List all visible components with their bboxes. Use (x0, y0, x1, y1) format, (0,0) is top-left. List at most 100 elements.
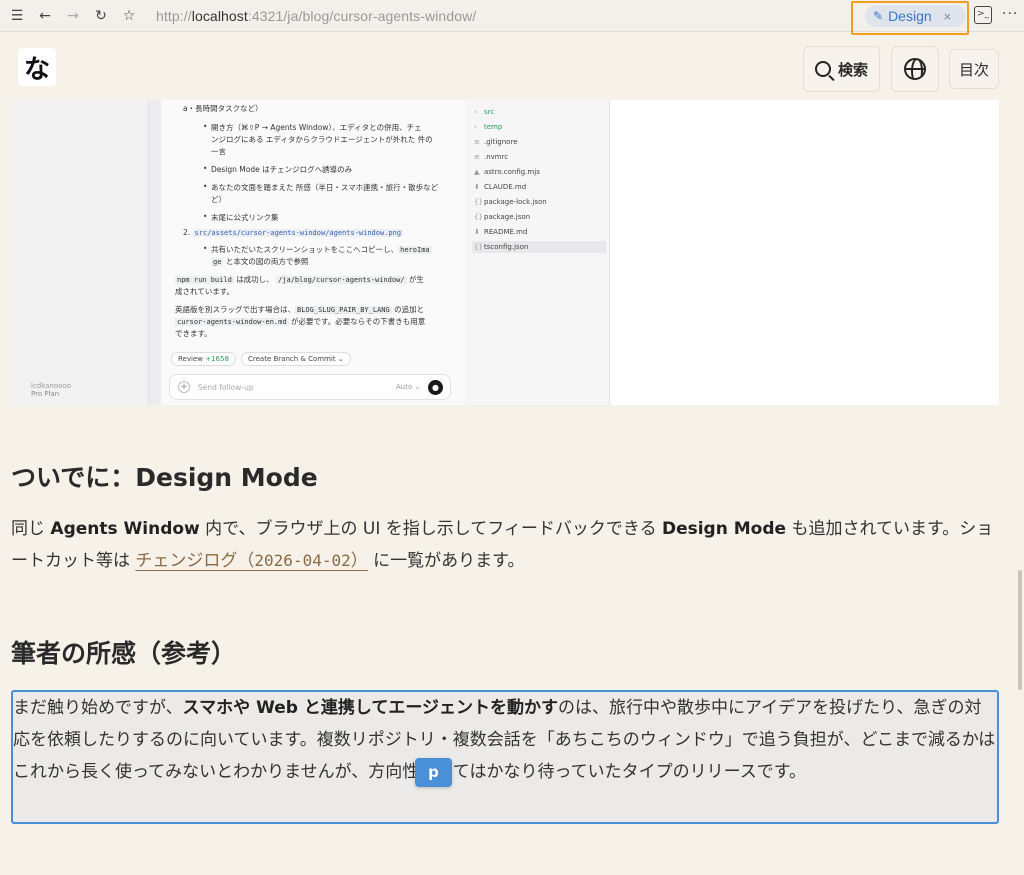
screenshot-sidebar: lcdkanoooo Pro Plan (11, 100, 149, 405)
chat-line: 2. src/assets/cursor-agents-window/agent… (183, 228, 404, 237)
site-logo[interactable]: な (18, 48, 56, 86)
selected-paragraph[interactable]: まだ触り始めですが、スマホや Web と連携してエージェントを動かすのは、旅行中… (11, 690, 999, 824)
chat-line: a・長時間タスクなど） (183, 104, 263, 113)
chat-line: 末尾に公式リンク集 (203, 212, 278, 223)
chat-line: 英語版を別スラッグで出す場合は、 BLOG_SLUG_PAIR_BY_LANG の… (175, 304, 424, 315)
file-type-icon: ≡ (474, 153, 480, 161)
file-tree-item: › src (472, 106, 606, 118)
chat-line-text: の追加と (394, 305, 425, 314)
file-name: package-lock.json (484, 198, 547, 206)
chat-line-text: 共有いただいたスクリーンショットをここへコピーし、 (211, 245, 399, 254)
file-tree-item: ⬇ README.md (472, 226, 606, 238)
chat-line-text: は成功し、 (236, 275, 274, 284)
file-tree-item: ≡ .gitignore (472, 136, 606, 148)
design-tab-label: Design (888, 8, 932, 24)
leaf-icon: ✎ (873, 9, 884, 23)
file-name: .nvmrc (484, 153, 509, 161)
more-icon[interactable]: ··· (1002, 6, 1018, 22)
list-number: 2. (183, 228, 191, 237)
file-name: README.md (484, 228, 528, 236)
sidebar-toggle-icon[interactable]: ☰ (6, 5, 28, 27)
file-type-icon: ⬇ (474, 183, 480, 191)
chat-line: 共有いただいたスクリーンショットをここへコピーし、heroIma (203, 244, 432, 255)
asset-path-code: src/assets/cursor-agents-window/agents-w… (192, 229, 404, 237)
chat-line: 開き方（⌘⇧P → Agents Window）、エディタとの併用、チェ (203, 122, 422, 133)
reload-icon[interactable]: ↻ (90, 5, 112, 27)
toc-button[interactable]: 目次 (949, 49, 999, 89)
file-tree-item: {} tsconfig.json (472, 241, 606, 253)
close-icon[interactable]: × (944, 9, 952, 24)
language-button[interactable] (891, 46, 939, 92)
file-tree-item: ▲ astro.config.mjs (472, 166, 606, 178)
globe-icon (904, 58, 926, 80)
followup-placeholder: Send follow-up (198, 383, 254, 392)
scrollbar[interactable] (1018, 570, 1022, 690)
chat-line-text: が生 (408, 275, 424, 284)
file-type-icon: {} (474, 243, 483, 251)
file-name: package.json (484, 213, 531, 221)
bookmark-star-icon[interactable]: ☆ (118, 5, 140, 27)
chat-line: あなたの文面を踏まえた 所感（半日・スマホ連携・旅行・散歩など (203, 182, 438, 193)
chat-line: cursor-agents-window-en.md が必要です。必要ならその下… (175, 316, 425, 327)
code-span: ge (211, 258, 224, 266)
review-pill: Review +1658 (171, 352, 236, 366)
file-name: .gitignore (484, 138, 518, 146)
file-name: tsconfig.json (484, 243, 529, 251)
file-tree-item: ≡ .nvmrc (472, 151, 606, 163)
code-span: BLOG_SLUG_PAIR_BY_LANG (295, 306, 392, 314)
screenshot-gutter (149, 100, 161, 405)
file-type-icon: {} (474, 198, 483, 206)
file-type-icon: ▲ (474, 168, 480, 176)
file-name: CLAUDE.md (484, 183, 527, 191)
section2-paragraph: まだ触り始めですが、スマホや Web と連携してエージェントを動かすのは、旅行中… (13, 698, 996, 782)
chat-line: 一言 (211, 147, 226, 156)
chat-line: npm run build は成功し、 /ja/blog/cursor-agen… (175, 274, 424, 285)
chat-line: Design Mode はチェンジログへ誘導のみ (203, 164, 352, 175)
terminal-icon[interactable]: >_ (974, 6, 992, 24)
followup-input: + Send follow-up Auto ⌄ ● (169, 374, 451, 400)
screenshot-user: lcdkanoooo (31, 382, 72, 390)
chat-line: ど） (211, 195, 226, 204)
file-name: src (484, 108, 495, 116)
auto-label: Auto (396, 383, 413, 391)
review-label: Review (178, 355, 203, 363)
forward-icon[interactable]: → (62, 5, 84, 27)
file-tree-item: {} package-lock.json (472, 196, 606, 208)
search-icon (814, 61, 831, 77)
file-tree-item: {} package.json (472, 211, 606, 223)
code-span: npm run build (175, 276, 234, 284)
screenshot-plan: Pro Plan (31, 390, 60, 398)
file-type-icon: › (474, 108, 477, 116)
chat-line: できます。 (175, 329, 212, 338)
file-name: temp (484, 123, 503, 131)
chat-line: ge と本文の図の両方で参照 (211, 256, 308, 267)
mic-icon: ● (428, 380, 443, 395)
section-heading-impressions: 筆者の所感（参考） (11, 639, 237, 668)
chat-line-text: が必要です。必要ならその下書きも用意 (290, 317, 426, 326)
file-type-icon: {} (474, 213, 483, 221)
section-heading-design-mode: ついでに：Design Mode (11, 463, 318, 492)
search-button[interactable]: 検索 (803, 46, 880, 92)
branch-pill: Create Branch & Commit ⌄ (241, 352, 351, 366)
code-span: cursor-agents-window-en.md (175, 318, 289, 326)
auto-select: Auto ⌄ (396, 383, 421, 391)
changelog-link[interactable]: チェンジログ（2026-04-02） (135, 551, 367, 571)
chat-line-text: と本文の図の両方で参照 (225, 257, 309, 266)
screenshot-file-tree: › src › temp ≡ .gitignore ≡ .nvmrc ▲ astro.config… (466, 100, 610, 405)
chat-line: ンジログにある エディタからクラウドエージェントが外れた 件の (211, 135, 433, 144)
file-tree-item: › temp (472, 121, 606, 133)
design-mode-tab[interactable]: ✎ Design × (865, 5, 966, 27)
section1-paragraph: 同じ Agents Window 内で、ブラウザ上の UI を指し示してフィード… (11, 519, 994, 571)
file-tree-item: ⬇ CLAUDE.md (472, 181, 606, 193)
file-type-icon: ≡ (474, 138, 480, 146)
screenshot-chat: a・長時間タスクなど） 開き方（⌘⇧P → Agents Window）、エディ… (161, 100, 466, 405)
chat-line-text: 英語版を別スラッグで出す場合は、 (175, 305, 295, 314)
file-type-icon: ⬇ (474, 228, 480, 236)
search-label: 検索 (837, 60, 868, 79)
branch-label: Create Branch & Commit (248, 355, 336, 363)
address-bar[interactable]: http://localhost:4321/ja/blog/cursor-age… (156, 8, 476, 24)
element-tag-badge[interactable]: p (415, 758, 452, 787)
chat-line: 成されています。 (175, 287, 235, 296)
back-icon[interactable]: ← (34, 5, 56, 27)
plus-icon: + (178, 381, 190, 393)
